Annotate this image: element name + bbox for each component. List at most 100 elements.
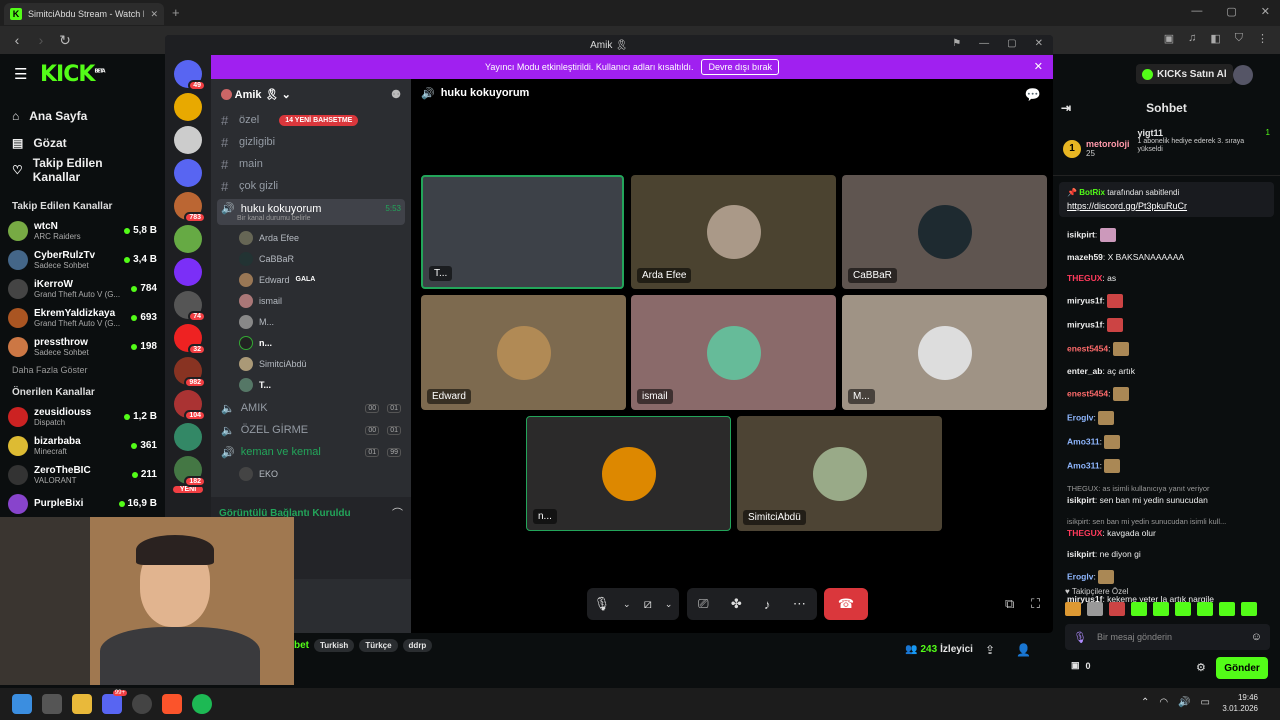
chevron-down-icon[interactable]: ⌄ <box>665 599 673 610</box>
minimize-icon[interactable]: — <box>979 38 989 49</box>
channel-item[interactable]: zeusidiouss Dispatch 1,2 B <box>0 402 165 431</box>
chat-input[interactable]: 🎙 Bir mesaj gönderin ☺ <box>1065 624 1270 650</box>
sidebar-icon[interactable]: ◧ <box>1210 32 1220 45</box>
voice-user[interactable]: T... <box>211 374 411 395</box>
maximize-icon[interactable]: ▢ <box>1007 38 1016 49</box>
chat-username[interactable]: THEGUX <box>1067 273 1102 283</box>
battery-icon[interactable]: ▭ <box>1201 697 1210 708</box>
text-channel[interactable]: # özel 14 YENİ BAHSETME <box>211 109 411 131</box>
tag-pill[interactable]: Türkçe <box>359 639 398 652</box>
chat-message[interactable]: Amo311: <box>1053 454 1280 478</box>
gifter-username[interactable]: yigt11 <box>1138 128 1164 138</box>
mentions-pill[interactable]: 14 YENİ BAHSETME <box>279 114 359 126</box>
collapse-chat-icon[interactable]: ⇥ <box>1061 101 1071 115</box>
disable-streamer-mode-button[interactable]: Devre dışı bırak <box>701 59 779 75</box>
chat-message[interactable]: miryus1f: <box>1053 313 1280 337</box>
emote-icon[interactable] <box>1087 602 1103 616</box>
chat-message[interactable]: enter_ab: aç artık <box>1053 361 1280 382</box>
chat-username[interactable]: isikpirt <box>1067 549 1095 559</box>
new-tab-button[interactable]: + <box>172 5 180 20</box>
chat-username[interactable]: mazeh59 <box>1067 252 1103 262</box>
voice-user[interactable]: M... <box>211 311 411 332</box>
chat-username[interactable]: enest5454 <box>1067 343 1108 353</box>
maximize-icon[interactable]: ▢ <box>1226 5 1236 18</box>
close-banner-icon[interactable]: ✕ <box>1034 60 1043 73</box>
voice-channel[interactable]: 🔊 keman ve kemal 01 99 <box>211 441 411 463</box>
chat-username[interactable]: enter_ab <box>1067 366 1102 376</box>
browser-tab[interactable]: K SimitciAbdu Stream - Watch Liv ✕ <box>4 3 164 25</box>
pinned-link[interactable]: https://discord.gg/Pt3pkuRuCr <box>1067 201 1266 211</box>
chat-username[interactable]: Amo311 <box>1067 436 1100 446</box>
server-icon[interactable] <box>174 159 202 187</box>
screen-share-icon[interactable]: ⎚ <box>698 596 708 612</box>
extension-icon[interactable]: ▣ <box>1164 32 1174 45</box>
chat-username[interactable]: Amo311 <box>1067 460 1100 470</box>
settings-icon[interactable]: ⚙ <box>1196 661 1206 674</box>
channel-item[interactable]: EkremYaldizkaya Grand Theft Auto V (G... 6… <box>0 303 165 332</box>
video-tile[interactable]: SimitciAbdü <box>737 416 942 531</box>
chat-username[interactable]: Eroglv <box>1067 412 1093 422</box>
popout-icon[interactable]: ⧉ <box>1005 596 1014 612</box>
server-header[interactable]: Amik 🎗 ⌄ ⚉ <box>211 79 411 109</box>
video-tile[interactable]: ismail <box>631 295 836 410</box>
server-icon[interactable] <box>174 423 202 451</box>
show-more-link[interactable]: Daha Fazla Göster <box>0 361 165 379</box>
user-avatar[interactable] <box>1233 65 1253 85</box>
chat-message[interactable]: isikpirt: ne diyon gi <box>1053 544 1280 565</box>
chat-username[interactable]: miryus1f <box>1067 319 1102 329</box>
voice-user[interactable]: Edward GALA <box>211 269 411 290</box>
share-icon[interactable]: ⇪ <box>985 643 995 657</box>
channel-status[interactable]: Bir kanal durumu belirle <box>221 215 401 222</box>
server-icon[interactable] <box>174 225 202 253</box>
store-icon[interactable] <box>42 694 62 714</box>
server-icon[interactable] <box>174 126 202 154</box>
microphone-icon[interactable]: 🎙 <box>1073 631 1087 644</box>
hamburger-menu-icon[interactable]: ☰ <box>14 65 27 83</box>
disconnect-icon[interactable]: ⌒ <box>392 505 403 521</box>
text-channel[interactable]: # çok gizli <box>211 175 411 197</box>
text-channel[interactable]: # main <box>211 153 411 175</box>
chat-message[interactable]: THEGUX: kavgada olur <box>1053 527 1280 544</box>
active-voice-channel[interactable]: 🔊 huku kokuyorum 5:53 Bir kanal durumu bel… <box>217 199 405 225</box>
add-member-icon[interactable]: ⚉ <box>391 88 401 101</box>
minimize-icon[interactable]: — <box>1191 5 1202 18</box>
nav-browse[interactable]: ▤ Gözat <box>0 129 165 156</box>
soundboard-icon[interactable]: ♪ <box>764 597 771 612</box>
close-window-icon[interactable]: ✕ <box>1261 5 1270 18</box>
chat-message[interactable]: Eroglv: <box>1053 406 1280 430</box>
chat-username[interactable]: isikpirt <box>1067 495 1095 505</box>
emote-icon[interactable] <box>1065 602 1081 616</box>
menu-dots-icon[interactable]: ⋮ <box>1257 32 1268 45</box>
chat-message[interactable]: Amo311: <box>1053 430 1280 454</box>
server-icon[interactable]: 982 <box>174 357 206 388</box>
category-fragment[interactable]: bet <box>294 640 309 651</box>
microphone-icon[interactable]: 🎙 <box>594 596 611 612</box>
emote-icon[interactable] <box>1175 602 1191 616</box>
camera-off-icon[interactable]: ⧄ <box>644 596 652 612</box>
channel-item[interactable]: wtcN ARC Raiders 5,8 B <box>0 216 165 245</box>
voice-user[interactable]: CaBBaR <box>211 248 411 269</box>
pinner-name[interactable]: BotRix <box>1079 188 1105 197</box>
server-icon[interactable]: 74 <box>174 291 206 322</box>
server-icon[interactable]: 783 <box>174 192 206 223</box>
emote-icon[interactable] <box>1131 602 1147 616</box>
forward-icon[interactable]: › <box>32 32 50 49</box>
chat-message[interactable]: isikpirt: <box>1053 223 1280 247</box>
emoji-icon[interactable]: ☺ <box>1251 631 1262 643</box>
voice-user[interactable]: SimitciAbdü <box>211 353 411 374</box>
emote-icon[interactable] <box>1241 602 1257 616</box>
channel-item[interactable]: iKerroW Grand Theft Auto V (G... 784 <box>0 274 165 303</box>
channel-item[interactable]: bizarbaba Minecraft 361 <box>0 431 165 460</box>
channel-item[interactable]: ZeroTheBIC VALORANT 211 <box>0 460 165 489</box>
chat-message[interactable]: mazeh59: X BAKSANAAAAAA <box>1053 247 1280 268</box>
close-icon[interactable]: ✕ <box>1035 38 1043 49</box>
emote-icon[interactable] <box>1153 602 1169 616</box>
fullscreen-icon[interactable]: ⛶ <box>1031 596 1040 612</box>
video-tile[interactable]: M... <box>842 295 1047 410</box>
activities-icon[interactable]: ✤ <box>731 596 742 612</box>
buy-kicks-button[interactable]: KICKs Satın Al <box>1136 64 1233 84</box>
chat-message[interactable]: Eroglv: <box>1053 565 1280 589</box>
tray-chevron-icon[interactable]: ⌃ <box>1141 697 1149 708</box>
voice-user[interactable]: n... <box>211 332 411 353</box>
leader-username[interactable]: metoroloji <box>1086 139 1130 149</box>
